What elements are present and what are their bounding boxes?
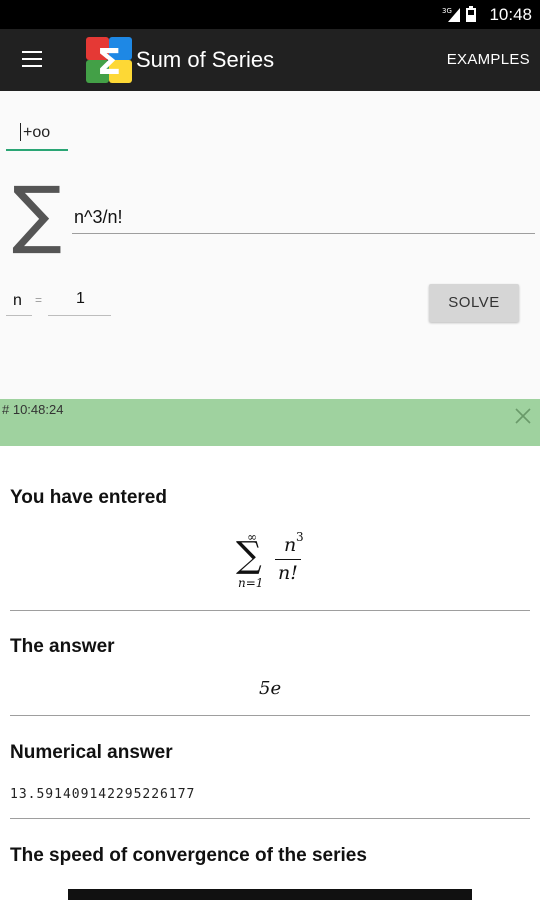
result-timestamp: # 10:48:24 <box>2 402 64 417</box>
battery-icon <box>466 6 476 22</box>
lower-limit-input[interactable]: 1 <box>48 287 111 316</box>
equals-sign: = <box>35 293 43 307</box>
solve-button[interactable]: SOLVE <box>429 284 519 322</box>
expression-input[interactable]: n^3/n! <box>72 201 535 234</box>
upper-limit-input[interactable]: +oo <box>6 119 68 151</box>
app-title: Sum of Series <box>136 47 275 72</box>
expression-value: n^3/n! <box>74 207 123 227</box>
network-type-label: 3G <box>442 7 452 15</box>
text-cursor <box>20 123 21 141</box>
signal-icon: 3G <box>442 7 460 22</box>
formula-sigma: ∑ <box>236 535 262 576</box>
app-bar: Σ Sum of Series EXAMPLES <box>0 29 540 91</box>
status-time: 10:48 <box>489 5 532 24</box>
status-icons: 3G <box>442 6 476 22</box>
formula-numerator: n <box>284 534 297 556</box>
hamburger-menu-icon[interactable] <box>22 51 42 67</box>
sigma-icon: ∑ <box>12 171 62 257</box>
lower-limit-value: 1 <box>76 290 85 307</box>
upper-limit-value: +oo <box>23 124 51 141</box>
convergence-chart <box>68 889 472 900</box>
formula-exponent: 3 <box>296 530 304 544</box>
entered-title: You have entered <box>10 487 167 508</box>
answer-title: The answer <box>10 636 115 657</box>
fraction-bar <box>275 559 301 560</box>
results-panel: You have entered ∞ ∑ n=1 n 3 n! The answ… <box>0 446 540 900</box>
divider <box>10 818 530 819</box>
formula-lower-bound: n=1 <box>238 576 264 590</box>
numerical-title: Numerical answer <box>10 742 173 763</box>
answer-value: 5e <box>259 678 282 699</box>
formula-denominator: n! <box>278 562 298 584</box>
series-input-panel: +oo ∑ n^3/n! n = 1 SOLVE <box>0 91 540 399</box>
app-logo-glyph: Σ <box>97 42 122 83</box>
divider <box>10 715 530 716</box>
result-header: # 10:48:24 <box>0 399 540 446</box>
examples-button[interactable]: EXAMPLES <box>447 51 530 68</box>
close-icon[interactable] <box>514 407 532 425</box>
status-bar: 3G 10:48 <box>0 0 540 29</box>
variable-value: n <box>13 292 22 309</box>
numerical-value: 13.591409142295226177 <box>10 787 196 802</box>
variable-input[interactable]: n <box>6 287 32 316</box>
convergence-title: The speed of convergence of the series <box>10 845 367 866</box>
app-logo-icon: Σ <box>86 37 132 83</box>
divider <box>10 610 530 611</box>
